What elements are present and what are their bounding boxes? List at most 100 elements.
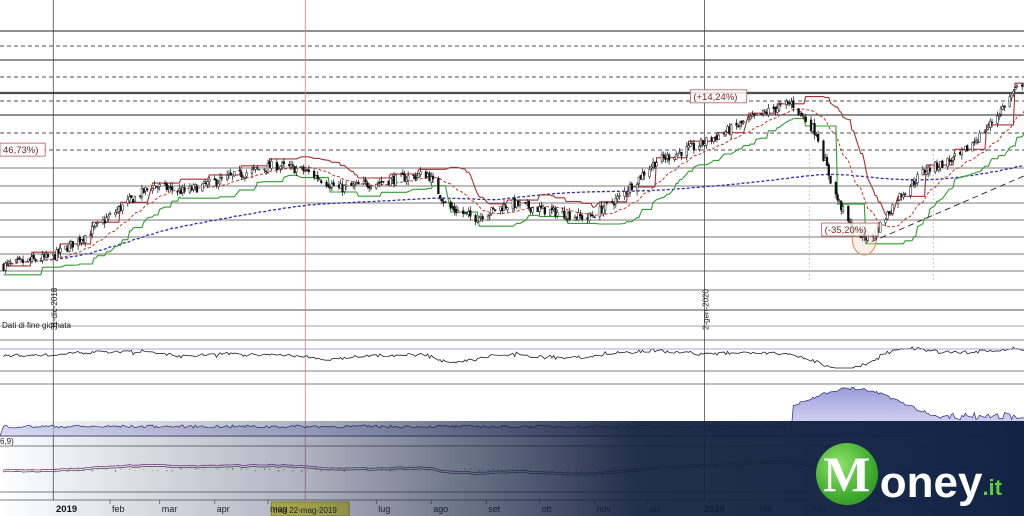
candle-body bbox=[295, 168, 298, 173]
candle-body bbox=[698, 145, 701, 150]
candle-body bbox=[667, 154, 671, 161]
candle-body bbox=[21, 259, 25, 264]
candle-body bbox=[316, 175, 319, 180]
candle-body bbox=[245, 172, 248, 177]
candle-body bbox=[717, 134, 720, 140]
candle-body bbox=[786, 101, 790, 103]
candle-body bbox=[527, 201, 531, 209]
candle-body bbox=[916, 174, 919, 183]
candle-body bbox=[158, 184, 161, 187]
candle-body bbox=[506, 207, 509, 210]
candle-body bbox=[635, 184, 639, 192]
candle-body bbox=[282, 161, 286, 164]
candle-body bbox=[804, 116, 807, 122]
candle-body bbox=[730, 124, 733, 136]
candle-body bbox=[440, 198, 444, 202]
candle-body bbox=[630, 183, 633, 191]
candle-body bbox=[32, 254, 35, 259]
candle-body bbox=[604, 202, 607, 211]
candle-body bbox=[909, 186, 912, 196]
candle-body bbox=[779, 103, 783, 105]
candle-body bbox=[816, 134, 820, 142]
candle-body bbox=[34, 259, 37, 262]
candle-body bbox=[593, 216, 596, 218]
candle-body bbox=[170, 186, 174, 191]
candle-body bbox=[382, 181, 385, 183]
annotation-label: (-35,20%) bbox=[825, 225, 867, 236]
candle-body bbox=[531, 207, 534, 213]
candle-body bbox=[344, 184, 348, 188]
candle-body bbox=[985, 129, 988, 131]
candle-body bbox=[838, 200, 841, 202]
candle-body bbox=[250, 168, 254, 174]
month-label: mag bbox=[920, 504, 938, 514]
candle-body bbox=[998, 115, 1001, 117]
candle-body bbox=[394, 174, 397, 186]
candle-body bbox=[941, 160, 944, 168]
data-note: Dati di fine giornata bbox=[2, 321, 71, 330]
candle-body bbox=[1010, 94, 1013, 98]
oscillator-line bbox=[3, 346, 1024, 369]
year-label: 2019 bbox=[56, 504, 77, 515]
volume-area bbox=[0, 386, 1024, 437]
candle-body bbox=[518, 202, 522, 206]
macd-panel bbox=[3, 459, 1024, 480]
candle-body bbox=[456, 210, 460, 213]
month-label: lug bbox=[378, 504, 390, 514]
candle-body bbox=[486, 215, 490, 221]
candle-body bbox=[240, 171, 243, 178]
candle-body bbox=[822, 140, 825, 161]
candle-body bbox=[481, 216, 484, 220]
candle-body bbox=[108, 213, 112, 215]
candle-body bbox=[611, 201, 614, 203]
candle-body bbox=[332, 182, 335, 187]
chart: 31-dic-20182-gen-2020mer 22-mag-2019 (+9… bbox=[0, 0, 1024, 516]
month-label: feb bbox=[112, 504, 125, 514]
month-label: set bbox=[488, 504, 501, 514]
candle-body bbox=[438, 194, 442, 199]
candle-body bbox=[46, 254, 50, 258]
candle-body bbox=[903, 193, 907, 195]
candle-body bbox=[556, 212, 559, 217]
candle-body bbox=[543, 207, 546, 215]
candle-body bbox=[431, 175, 435, 180]
candle-body bbox=[389, 178, 392, 187]
candle-body bbox=[243, 176, 247, 179]
candle-body bbox=[953, 153, 956, 157]
candle-body bbox=[616, 196, 619, 200]
candle-body bbox=[591, 214, 594, 217]
candle-body bbox=[328, 187, 332, 189]
candle-body bbox=[357, 181, 360, 185]
candle-body bbox=[130, 195, 133, 199]
candle-body bbox=[156, 187, 160, 189]
month-label: mar bbox=[162, 504, 178, 514]
candle-body bbox=[605, 201, 609, 204]
candle-body bbox=[914, 182, 917, 185]
candle-body bbox=[167, 187, 170, 190]
candle-body bbox=[378, 182, 381, 184]
candle-body bbox=[685, 146, 688, 157]
candle-body bbox=[568, 211, 571, 220]
annotation-label: (+14,24%) bbox=[693, 92, 737, 103]
candle-body bbox=[488, 213, 491, 216]
candle-body bbox=[238, 169, 241, 172]
candle-body bbox=[960, 149, 964, 156]
candle-body bbox=[563, 210, 566, 219]
candle-body bbox=[59, 248, 62, 253]
candle-body bbox=[320, 180, 323, 183]
candle-body bbox=[208, 179, 211, 182]
x-axis: feb mar apr mag lug ago set ott nov dic feb mar apr m… bbox=[56, 500, 937, 515]
candle-body bbox=[549, 209, 552, 216]
month-label: ott bbox=[542, 504, 553, 514]
candle-body bbox=[813, 123, 816, 135]
candle-body bbox=[206, 181, 209, 186]
candle-body bbox=[257, 169, 261, 171]
candle-body bbox=[9, 262, 12, 264]
candle-body bbox=[4, 262, 7, 271]
candle-body bbox=[195, 185, 199, 193]
candle-body bbox=[444, 201, 447, 203]
candle-body bbox=[94, 223, 97, 227]
candle-body bbox=[996, 115, 999, 124]
candle-body bbox=[834, 181, 838, 195]
candle-body bbox=[1015, 85, 1019, 88]
